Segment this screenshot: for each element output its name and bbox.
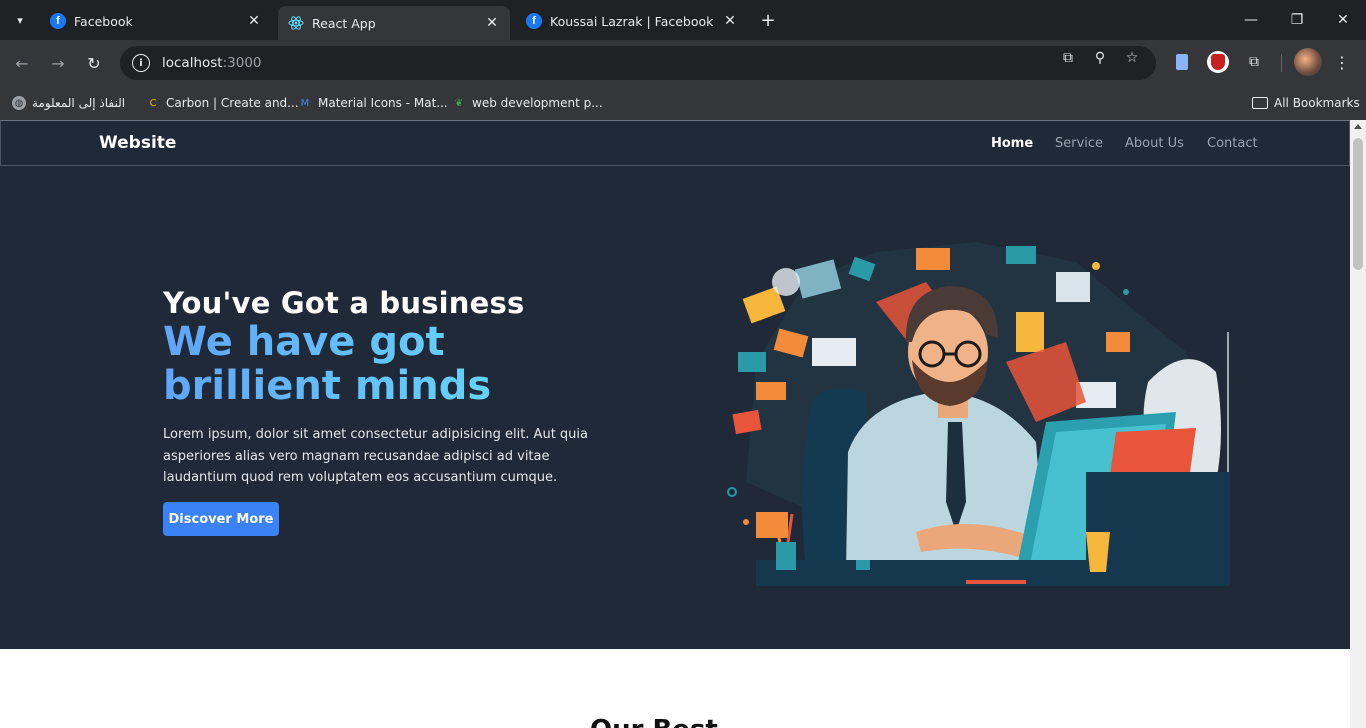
site-navbar: Website Home Service About Us Contact xyxy=(0,120,1350,166)
url-host: localhost xyxy=(162,55,223,71)
site-brand[interactable]: Website xyxy=(99,133,176,153)
bookmark-item[interactable]: C Carbon | Create and... xyxy=(146,94,299,112)
page-scrollbar[interactable] xyxy=(1350,120,1366,728)
mug xyxy=(1086,532,1110,572)
folder-icon xyxy=(1252,97,1268,109)
docs-extension-icon[interactable] xyxy=(1170,50,1194,74)
hero-headline: You've Got a business xyxy=(163,286,525,320)
all-bookmarks[interactable]: All Bookmarks xyxy=(1252,94,1360,112)
new-tab-plus-icon[interactable]: + xyxy=(756,8,780,32)
tab-title: Facebook xyxy=(74,13,133,29)
tab-react-app[interactable]: React App ✕ xyxy=(278,6,510,40)
hero-illustration xyxy=(727,242,1230,586)
browser-tab-bar: ▾ f Facebook ✕ React App ✕ f Koussai Laz… xyxy=(0,0,1366,40)
facebook-icon: f xyxy=(50,13,66,29)
profile-avatar[interactable] xyxy=(1294,48,1322,76)
more-menu-icon[interactable]: ⋮ xyxy=(1334,50,1350,74)
discover-more-button[interactable]: Discover More xyxy=(163,502,279,536)
react-icon xyxy=(288,15,304,31)
bookmark-star-icon[interactable]: ☆ xyxy=(1122,48,1142,68)
nav-link-about-us[interactable]: About Us xyxy=(1125,136,1184,151)
nav-link-service[interactable]: Service xyxy=(1055,136,1103,151)
bookmark-item[interactable]: M Material Icons - Mat... xyxy=(298,94,448,112)
globe-icon: ◍ xyxy=(12,96,26,110)
nav-link-contact[interactable]: Contact xyxy=(1207,136,1258,151)
tab-facebook[interactable]: f Facebook ✕ xyxy=(40,6,272,36)
nav-link-home[interactable]: Home xyxy=(991,136,1033,151)
carbon-icon: C xyxy=(149,97,157,109)
bookmark-item[interactable]: ❦ web development p... xyxy=(452,94,603,112)
scroll-up-arrow-icon[interactable] xyxy=(1354,124,1362,129)
open-in-app-icon[interactable]: ⧉ xyxy=(1058,48,1078,68)
forward-arrow-icon[interactable]: → xyxy=(44,49,72,77)
browser-toolbar: ← → ↻ i localhost:3000 ⧉ ⚲ ☆ ⧉ ⋮ xyxy=(0,40,1366,86)
bookmark-label: النفاذ إلى المعلومة xyxy=(32,96,126,110)
facebook-icon: f xyxy=(526,13,542,29)
scrollbar-thumb[interactable] xyxy=(1353,138,1363,270)
restore-icon[interactable]: ❐ xyxy=(1274,6,1320,34)
bookmark-label: Carbon | Create and... xyxy=(166,96,299,110)
hero-section: You've Got a business We have got brilli… xyxy=(0,166,1350,649)
material-icon: M xyxy=(300,97,310,109)
hero-subheadline: We have got brillient minds xyxy=(163,320,633,408)
window-close-icon[interactable]: ✕ xyxy=(1320,6,1366,34)
bookmark-label: web development p... xyxy=(472,96,603,110)
tab-title: React App xyxy=(312,15,376,31)
section-title: Our Best... xyxy=(590,715,747,728)
minimize-icon[interactable]: — xyxy=(1228,6,1274,34)
bookmark-label: Material Icons - Mat... xyxy=(318,96,448,110)
zoom-icon[interactable]: ⚲ xyxy=(1090,48,1110,68)
bookmarks-bar: ◍ النفاذ إلى المعلومة C Carbon | Create … xyxy=(0,86,1366,120)
tab-koussai-facebook[interactable]: f Koussai Lazrak | Facebook ✕ xyxy=(516,6,748,36)
reload-icon[interactable]: ↻ xyxy=(80,49,108,77)
page-viewport: Website Home Service About Us Contact Yo… xyxy=(0,120,1366,728)
site-info-icon[interactable]: i xyxy=(132,54,150,72)
close-icon[interactable]: ✕ xyxy=(246,13,262,29)
bookmark-item[interactable]: ◍ النفاذ إلى المعلومة xyxy=(12,94,125,112)
tab-search-chevron-icon[interactable]: ▾ xyxy=(8,8,32,32)
ublock-extension-icon[interactable] xyxy=(1206,50,1230,74)
tab-title: Koussai Lazrak | Facebook xyxy=(550,13,714,29)
toolbar-divider xyxy=(1281,54,1282,72)
back-arrow-icon[interactable]: ← xyxy=(8,49,36,77)
extensions-puzzle-icon[interactable]: ⧉ xyxy=(1242,50,1266,74)
close-icon[interactable]: ✕ xyxy=(722,13,738,29)
url-port: :3000 xyxy=(222,55,262,71)
leaf-icon: ❦ xyxy=(454,97,464,109)
hero-description: Lorem ipsum, dolor sit amet consectetur … xyxy=(163,427,588,485)
close-icon[interactable]: ✕ xyxy=(484,15,500,31)
address-bar[interactable]: i localhost:3000 xyxy=(120,46,1156,80)
all-bookmarks-label: All Bookmarks xyxy=(1274,96,1360,110)
